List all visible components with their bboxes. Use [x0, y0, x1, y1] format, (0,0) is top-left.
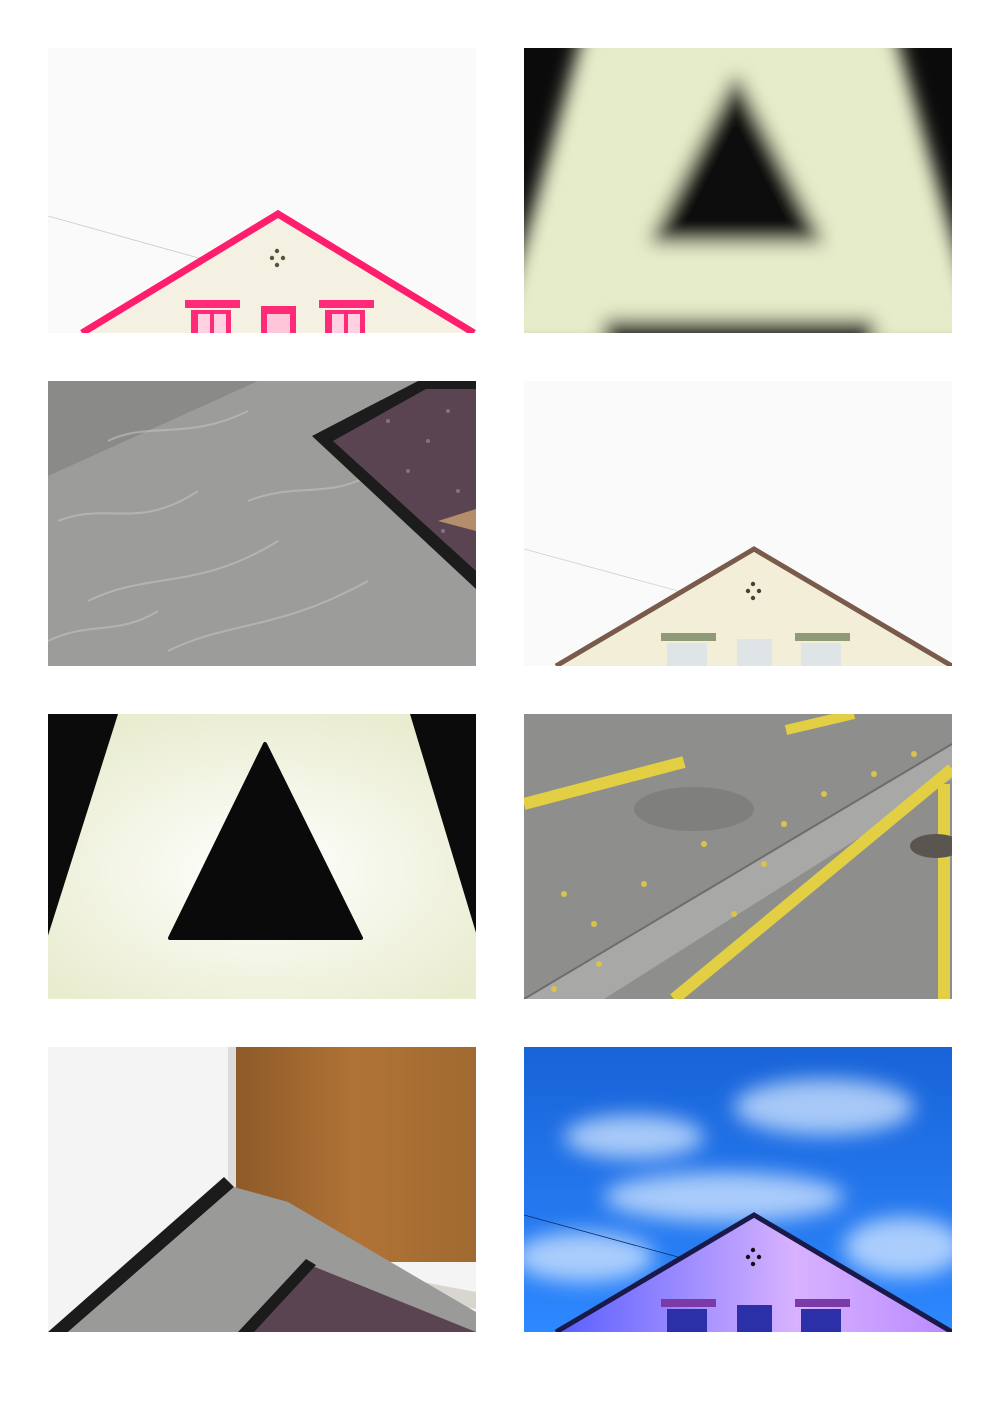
- photo-house-gable-pink: [48, 48, 476, 333]
- photo-letter-a-sharp-image: [48, 714, 476, 999]
- photo-terrazzo-floor: [48, 381, 476, 666]
- photo-street-markings: [524, 714, 952, 999]
- photo-house-gable-natural: [524, 381, 952, 666]
- photo-letter-a-blurred: [524, 48, 952, 333]
- photo-house-gable-natural-image: [524, 381, 952, 666]
- photo-street-markings-image: [524, 714, 952, 999]
- photo-door-corner-image: [48, 1047, 476, 1332]
- photo-house-gable-pink-image: [48, 48, 476, 333]
- photo-letter-a-blurred-image: [524, 48, 952, 333]
- photo-terrazzo-floor-image: [48, 381, 476, 666]
- photo-letter-a-sharp: [48, 714, 476, 999]
- photo-house-gable-blue-sky-image: [524, 1047, 952, 1332]
- photo-door-corner: [48, 1047, 476, 1332]
- photo-house-gable-blue-sky: [524, 1047, 952, 1332]
